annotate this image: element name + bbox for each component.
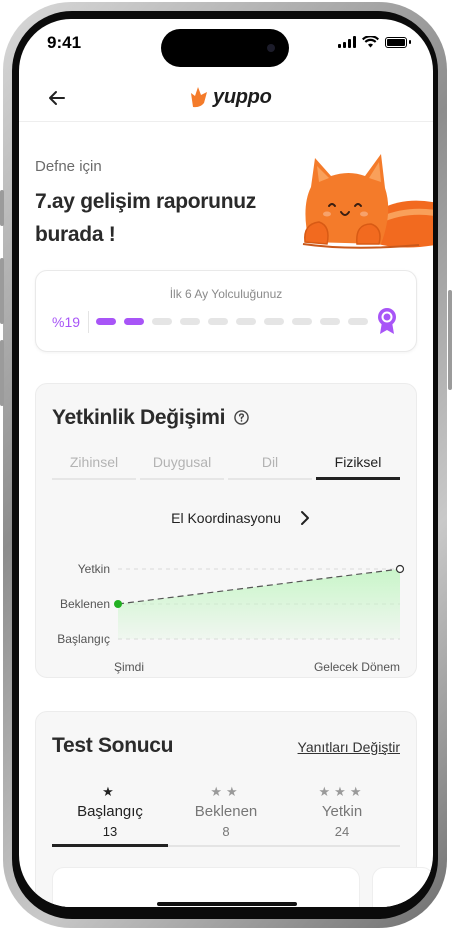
yuppo-logo: yuppo — [189, 85, 272, 109]
question-circle-icon[interactable] — [234, 410, 249, 425]
journey-step — [124, 318, 144, 325]
volume-up-side-button — [0, 258, 4, 324]
level-tab-baslangic[interactable]: ★ Başlangıç 13 — [52, 784, 168, 847]
back-arrow-icon[interactable] — [44, 85, 70, 111]
chevron-right-icon[interactable] — [298, 510, 312, 526]
test-result-card: Test Sonucu Yanıtları Değiştir ★ Başlang… — [35, 711, 433, 907]
chart-point-start — [114, 600, 122, 608]
test-result-title: Test Sonucu — [52, 734, 174, 757]
volume-down-side-button — [0, 340, 4, 406]
level-tab-beklenen[interactable]: ★★ Beklenen 8 — [168, 784, 284, 847]
journey-step — [208, 318, 228, 325]
y-tick-label: Başlangıç — [57, 632, 110, 646]
action-side-button — [0, 190, 4, 226]
journey-title: İlk 6 Ay Yolculuğunuz — [169, 287, 283, 301]
competency-change-card: Yetkinlik Değişimi Zihinsel Duygusal Dil… — [35, 383, 417, 678]
tab-dil[interactable]: Dil — [228, 454, 312, 480]
level-tabs: ★ Başlangıç 13 ★★ Beklenen 8 ★★★ Yetkin … — [52, 784, 400, 847]
battery-cap — [409, 40, 411, 44]
x-tick-label: Şimdi — [114, 660, 144, 674]
competency-title: Yetkinlik Değişimi — [52, 406, 226, 429]
journey-percent: %19 — [52, 314, 81, 330]
battery-icon — [385, 36, 407, 48]
camera-icon — [267, 44, 275, 52]
logo-text: yuppo — [213, 85, 272, 108]
cat-mascot-illustration — [302, 154, 433, 249]
hero-title: 7.ay gelişim raporunuz burada ! — [35, 190, 256, 246]
app-screen: 9:41 yuppo Defne için 7.ay gelişim rapor… — [19, 19, 433, 907]
journey-step — [264, 318, 284, 325]
power-side-button — [448, 290, 452, 390]
tab-duygusal[interactable]: Duygusal — [140, 454, 224, 480]
journey-divider — [88, 311, 89, 333]
star-icon: ★ — [102, 784, 118, 799]
level-count: 13 — [102, 824, 118, 839]
y-tick-label: Yetkin — [78, 562, 110, 576]
competency-chart: Başlangıç Beklenen Yetkin Şimdi Gelecek Döne… — [57, 562, 405, 674]
level-count: 24 — [334, 824, 350, 839]
star-icon: ★★ — [210, 784, 242, 799]
result-item-card[interactable] — [372, 867, 433, 907]
skill-selector-label[interactable]: El Koordinasyonu — [36, 510, 416, 526]
y-tick-label: Beklenen — [60, 597, 110, 611]
journey-step — [96, 318, 116, 325]
status-time: 9:41 — [47, 33, 82, 52]
star-icon: ★★★ — [318, 784, 366, 799]
journey-progress-card: İlk 6 Ay Yolculuğunuz %19 — [35, 270, 417, 352]
journey-step — [348, 318, 368, 325]
cellular-signal-icon — [338, 36, 356, 48]
chart-point-end — [395, 564, 405, 574]
journey-step — [292, 318, 312, 325]
change-answers-link[interactable]: Yanıtları Değiştir — [298, 739, 400, 755]
x-tick-label: Gelecek Dönem — [314, 660, 400, 674]
wifi-icon — [362, 36, 379, 48]
app-header: yuppo — [19, 77, 433, 122]
dynamic-island — [161, 29, 289, 67]
journey-step — [152, 318, 172, 325]
competency-tabs: Zihinsel Duygusal Dil Fiziksel — [52, 454, 400, 480]
tab-fiziksel[interactable]: Fiziksel — [316, 454, 400, 480]
journey-step — [180, 318, 200, 325]
fox-logo-icon — [191, 87, 207, 108]
hero-subtitle: Defne için — [35, 158, 102, 175]
journey-steps — [96, 318, 368, 325]
journey-step — [320, 318, 340, 325]
level-name: Yetkin — [321, 803, 363, 820]
journey-step — [236, 318, 256, 325]
status-icons — [338, 36, 411, 48]
award-ribbon-icon — [378, 308, 396, 334]
home-indicator — [157, 902, 297, 906]
chart-area — [118, 569, 400, 639]
level-tab-yetkin[interactable]: ★★★ Yetkin 24 — [284, 784, 400, 847]
tab-zihinsel[interactable]: Zihinsel — [52, 454, 136, 480]
level-count: 8 — [222, 824, 230, 839]
level-name: Beklenen — [194, 803, 258, 820]
level-name: Başlangıç — [77, 803, 143, 820]
result-item-card[interactable] — [52, 867, 360, 907]
